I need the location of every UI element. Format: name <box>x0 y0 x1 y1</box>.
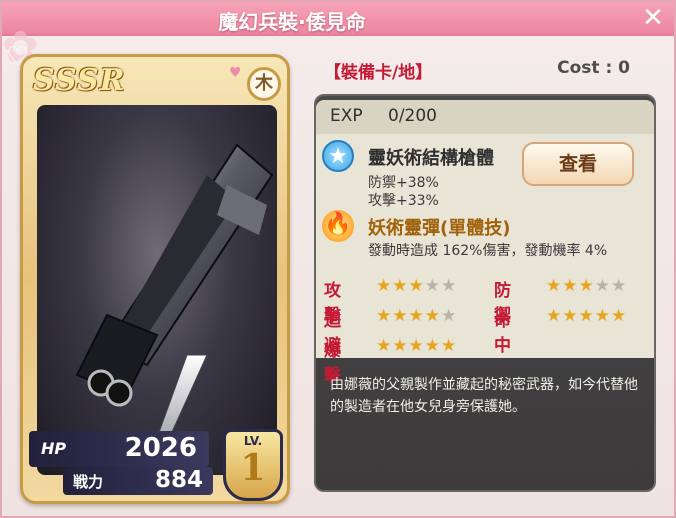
cost-label: Cost : 0 <box>557 58 630 78</box>
exp-value: 0/200 <box>388 106 437 126</box>
lock-icon[interactable]: ♡ <box>6 42 42 72</box>
skill-name: 靈妖術結構槍體 <box>368 148 494 169</box>
exp-row: EXP 0/200 <box>316 100 654 134</box>
star-filled-icon: ★ <box>408 336 425 356</box>
star-filled-icon: ★ <box>424 336 441 356</box>
star-filled-icon: ★ <box>611 306 628 326</box>
star-filled-icon: ★ <box>546 276 563 296</box>
star-icon: ★ <box>322 140 354 172</box>
card-type-label: 【裝備卡/地】 <box>324 63 433 83</box>
star-rating: ★★★★★ <box>376 276 457 296</box>
star-filled-icon: ★ <box>376 336 393 356</box>
power-bar: 戦力 884 <box>63 467 213 495</box>
skill-name: 妖術靈彈(單體技) <box>368 218 511 239</box>
star-rating: ★★★★★ <box>546 276 627 296</box>
equipment-card: SSSR ♥ 木 HP 2026 戦力 884 LV. 1 <box>20 54 290 504</box>
star-filled-icon: ★ <box>376 276 393 296</box>
info-panel: EXP 0/200 ★ 靈妖術結構槍體 防禦+38% 攻擊+33% 查看 🔥 妖… <box>314 94 656 492</box>
star-filled-icon: ★ <box>392 306 409 326</box>
star-filled-icon: ★ <box>392 276 409 296</box>
fire-icon: 🔥 <box>322 210 354 242</box>
power-value: 884 <box>154 467 203 493</box>
star-empty-icon: ★ <box>441 306 458 326</box>
level-label: LV. <box>243 434 263 448</box>
hp-bar: HP 2026 <box>29 431 209 467</box>
element-badge: 木 <box>247 67 281 101</box>
star-empty-icon: ★ <box>424 276 441 296</box>
star-filled-icon: ★ <box>578 306 595 326</box>
power-label: 戦力 <box>73 473 104 491</box>
star-filled-icon: ★ <box>441 336 458 356</box>
star-filled-icon: ★ <box>408 306 425 326</box>
star-filled-icon: ★ <box>594 306 611 326</box>
hp-value: 2026 <box>124 433 197 463</box>
weapon-illustration <box>75 143 274 466</box>
level-badge: LV. 1 <box>223 429 283 501</box>
skills-section: ★ 靈妖術結構槍體 防禦+38% 攻擊+33% 查看 🔥 妖術靈彈(單體技) 發… <box>316 134 654 386</box>
star-empty-icon: ★ <box>594 276 611 296</box>
star-filled-icon: ★ <box>562 306 579 326</box>
level-value: 1 <box>240 447 266 489</box>
star-rating: ★★★★★ <box>546 306 627 326</box>
skill-effect: 發動時造成 162%傷害，發動機率 4% <box>368 243 608 259</box>
view-button[interactable]: 查看 <box>522 142 634 186</box>
star-rating: ★★★★★ <box>376 306 457 326</box>
skill-effect: 防禦+38% <box>368 175 439 191</box>
star-empty-icon: ★ <box>441 276 458 296</box>
close-button[interactable]: ✕ <box>640 5 666 32</box>
star-filled-icon: ★ <box>424 306 441 326</box>
heart-icon: ♥ <box>229 65 242 81</box>
card-detail-window: 魔幻兵裝·倭見命 ✕ ✿ ✿ SSSR ♥ 木 <box>0 0 676 518</box>
star-filled-icon: ★ <box>562 276 579 296</box>
hp-label: HP <box>41 439 67 458</box>
star-filled-icon: ★ <box>392 336 409 356</box>
star-filled-icon: ★ <box>408 276 425 296</box>
star-empty-icon: ★ <box>611 276 628 296</box>
star-filled-icon: ★ <box>578 276 595 296</box>
rarity-label: SSSR <box>33 63 126 98</box>
window-title: 魔幻兵裝·倭見命 <box>218 10 366 34</box>
stat-label: 命中 <box>494 311 511 356</box>
star-filled-icon: ★ <box>376 306 393 326</box>
card-description: 由娜薇的父親製作並藏起的秘密武器，如今代替他的製造者在他女兒身旁保護她。 <box>330 377 638 415</box>
skill-effect: 攻擊+33% <box>368 193 439 209</box>
title-bar: 魔幻兵裝·倭見命 ✕ <box>2 2 674 36</box>
star-filled-icon: ★ <box>546 306 563 326</box>
star-rating: ★★★★★ <box>376 336 457 356</box>
card-artwork <box>37 105 277 475</box>
exp-label: EXP <box>330 106 363 126</box>
